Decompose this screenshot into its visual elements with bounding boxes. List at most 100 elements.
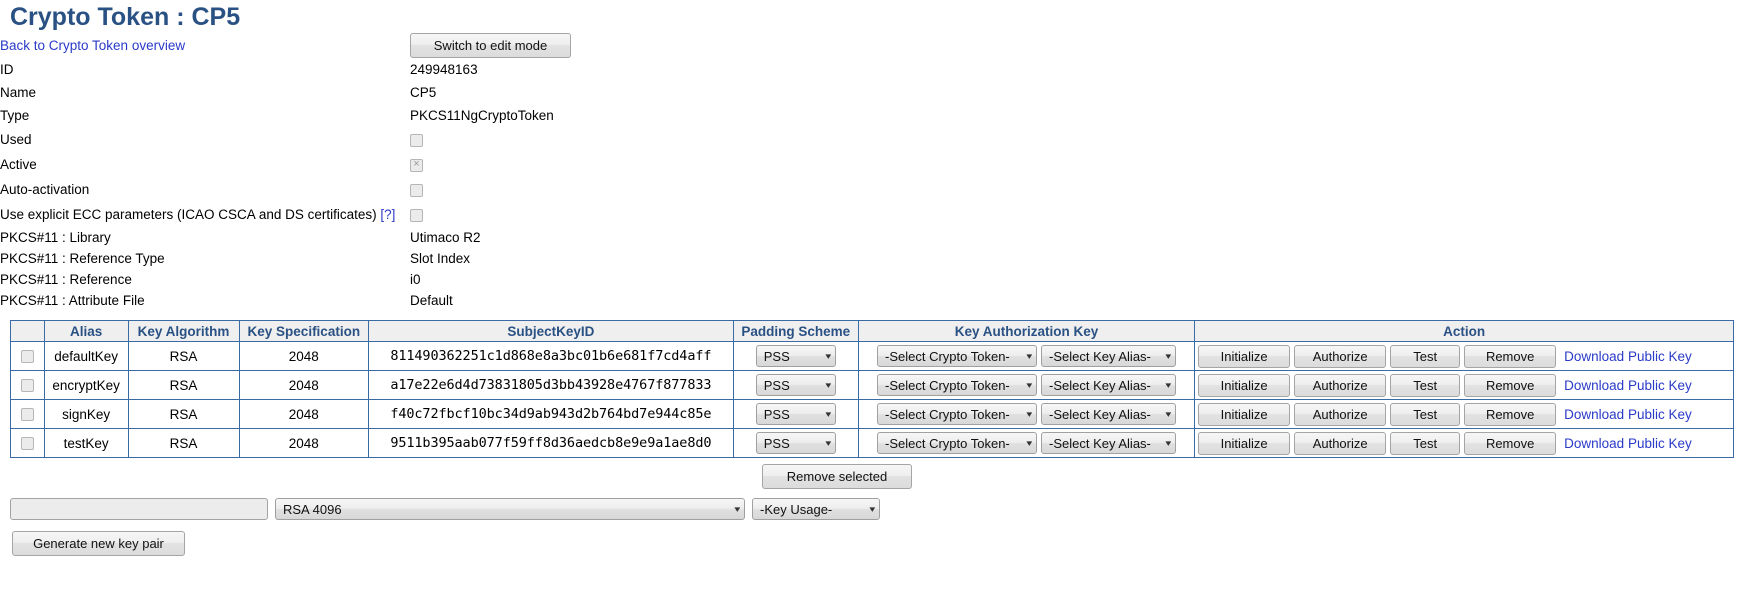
initialize-button[interactable]: Initialize bbox=[1198, 431, 1291, 455]
auto-activation-checkbox[interactable] bbox=[410, 183, 423, 197]
explicit-ecc-checkbox[interactable] bbox=[410, 208, 423, 222]
generate-new-key-pair-button[interactable]: Generate new key pair bbox=[12, 531, 185, 556]
crypto-token-select[interactable]: -Select Crypto Token- ▾ bbox=[877, 432, 1037, 454]
row-select-checkbox[interactable] bbox=[20, 350, 34, 364]
key-authorization-group: -Select Crypto Token- ▾ -Select Key Alia… bbox=[861, 403, 1192, 425]
column-header-key-authorization-key: Key Authorization Key bbox=[857, 320, 1196, 342]
key-algorithm-select[interactable]: RSA 4096 ▾ bbox=[275, 498, 745, 520]
detail-row-reference-type: PKCS#11 : Reference Type Slot Index bbox=[0, 248, 1744, 269]
detail-label-id: ID bbox=[0, 62, 14, 77]
generate-key-pair-row: RSA 4096 ▾ -Key Usage- ▾ bbox=[10, 498, 1744, 520]
key-pairs-header-row: Alias Key Algorithm Key Specification Su… bbox=[10, 320, 1734, 342]
chevron-down-icon: ▾ bbox=[825, 437, 832, 448]
page-title: Crypto Token : CP5 bbox=[10, 3, 241, 31]
authorize-button[interactable]: Authorize bbox=[1294, 431, 1387, 455]
detail-value-library: Utimaco R2 bbox=[410, 230, 481, 245]
remove-button[interactable]: Remove bbox=[1464, 344, 1557, 368]
column-header-padding-scheme: Padding Scheme bbox=[732, 320, 859, 342]
chevron-down-icon: ▾ bbox=[734, 503, 741, 514]
remove-selected-button[interactable]: Remove selected bbox=[762, 464, 912, 489]
padding-scheme-select[interactable]: PSS ▾ bbox=[755, 432, 836, 454]
download-public-key-link[interactable]: Download Public Key bbox=[1560, 349, 1692, 364]
download-public-key-link[interactable]: Download Public Key bbox=[1560, 436, 1692, 451]
row-subject-key-id: f40c72fbcf10bc34d9ab943d2b764bd7e944c85e bbox=[368, 399, 734, 429]
key-alias-select[interactable]: -Select Key Alias- ▾ bbox=[1041, 374, 1176, 396]
table-row: encryptKey RSA 2048 a17e22e6d4d73831805d… bbox=[10, 370, 1734, 400]
initialize-button[interactable]: Initialize bbox=[1198, 373, 1291, 397]
detail-row-id: ID 249948163 bbox=[0, 58, 1744, 81]
crypto-token-page: Crypto Token : CP5 Back to Crypto Token … bbox=[0, 0, 1744, 556]
back-to-overview-link[interactable]: Back to Crypto Token overview bbox=[0, 38, 185, 53]
detail-value-attribute-file: Default bbox=[410, 293, 453, 308]
row-select-checkbox[interactable] bbox=[20, 437, 34, 451]
row-key-algorithm: RSA bbox=[127, 428, 240, 458]
row-key-algorithm: RSA bbox=[127, 399, 240, 429]
crypto-token-select[interactable]: -Select Crypto Token- ▾ bbox=[877, 374, 1037, 396]
detail-value-type: PKCS11NgCryptoToken bbox=[410, 108, 554, 123]
used-checkbox[interactable] bbox=[410, 133, 423, 147]
key-authorization-group: -Select Crypto Token- ▾ -Select Key Alia… bbox=[861, 374, 1192, 396]
key-alias-select[interactable]: -Select Key Alias- ▾ bbox=[1041, 403, 1176, 425]
row-key-algorithm: RSA bbox=[127, 341, 240, 371]
authorize-button[interactable]: Authorize bbox=[1294, 373, 1387, 397]
row-select-cell bbox=[10, 370, 45, 400]
detail-row-reference: PKCS#11 : Reference i0 bbox=[0, 269, 1744, 290]
crypto-token-detail-table: Back to Crypto Token overview Switch to … bbox=[0, 32, 1744, 311]
crypto-token-select[interactable]: -Select Crypto Token- ▾ bbox=[877, 345, 1037, 367]
detail-label-auto-activation: Auto-activation bbox=[0, 182, 90, 197]
chevron-down-icon: ▾ bbox=[869, 503, 876, 514]
column-header-alias: Alias bbox=[43, 320, 129, 342]
test-button[interactable]: Test bbox=[1390, 344, 1461, 368]
crypto-token-select[interactable]: -Select Crypto Token- ▾ bbox=[877, 403, 1037, 425]
explicit-ecc-label-text: Use explicit ECC parameters (ICAO CSCA a… bbox=[0, 207, 377, 222]
padding-scheme-select[interactable]: PSS ▾ bbox=[755, 374, 836, 396]
row-select-checkbox[interactable] bbox=[20, 379, 34, 393]
download-public-key-link[interactable]: Download Public Key bbox=[1560, 378, 1692, 393]
chevron-down-icon: ▾ bbox=[825, 350, 832, 361]
key-alias-select[interactable]: -Select Key Alias- ▾ bbox=[1041, 345, 1176, 367]
generate-button-row: Generate new key pair bbox=[12, 531, 1744, 556]
chevron-down-icon: ▾ bbox=[1165, 350, 1172, 361]
row-select-checkbox[interactable] bbox=[20, 408, 34, 422]
remove-button[interactable]: Remove bbox=[1464, 431, 1557, 455]
table-row: testKey RSA 2048 9511b395aab077f59ff8d36… bbox=[10, 428, 1734, 458]
new-key-alias-input[interactable] bbox=[10, 498, 268, 520]
remove-button[interactable]: Remove bbox=[1464, 402, 1557, 426]
test-button[interactable]: Test bbox=[1390, 431, 1461, 455]
crypto-token-value: -Select Crypto Token- bbox=[885, 406, 1010, 422]
initialize-button[interactable]: Initialize bbox=[1198, 402, 1291, 426]
key-authorization-group: -Select Crypto Token- ▾ -Select Key Alia… bbox=[861, 345, 1192, 367]
key-alias-select[interactable]: -Select Key Alias- ▾ bbox=[1041, 432, 1176, 454]
row-action-cell: Initialize Authorize Test Remove Downloa… bbox=[1194, 428, 1734, 458]
key-usage-select[interactable]: -Key Usage- ▾ bbox=[752, 498, 880, 520]
row-select-cell bbox=[10, 428, 45, 458]
padding-scheme-value: PSS bbox=[763, 435, 790, 451]
authorize-button[interactable]: Authorize bbox=[1294, 344, 1387, 368]
explicit-ecc-help-icon[interactable]: [?] bbox=[380, 207, 395, 222]
row-key-specification: 2048 bbox=[238, 428, 370, 458]
crypto-token-detail-body: Back to Crypto Token overview Switch to … bbox=[0, 32, 1744, 311]
row-padding-scheme-cell: PSS ▾ bbox=[732, 370, 859, 400]
key-alias-value: -Select Key Alias- bbox=[1049, 406, 1151, 422]
initialize-button[interactable]: Initialize bbox=[1198, 344, 1291, 368]
download-public-key-link[interactable]: Download Public Key bbox=[1560, 407, 1692, 422]
detail-row-auto-activation: Auto-activation bbox=[0, 177, 1744, 202]
detail-label-library: PKCS#11 : Library bbox=[0, 230, 111, 245]
padding-scheme-select[interactable]: PSS ▾ bbox=[755, 403, 836, 425]
padding-scheme-select[interactable]: PSS ▾ bbox=[755, 345, 836, 367]
switch-to-edit-mode-button[interactable]: Switch to edit mode bbox=[410, 32, 571, 58]
active-checkbox[interactable] bbox=[410, 157, 423, 172]
test-button[interactable]: Test bbox=[1390, 373, 1461, 397]
remove-button[interactable]: Remove bbox=[1464, 373, 1557, 397]
chevron-down-icon: ▾ bbox=[1165, 437, 1172, 448]
row-key-specification: 2048 bbox=[238, 370, 370, 400]
test-button[interactable]: Test bbox=[1390, 402, 1461, 426]
chevron-down-icon: ▾ bbox=[1026, 350, 1033, 361]
remove-selected-row: Remove selected bbox=[0, 464, 1744, 489]
key-pairs-table-head: Alias Key Algorithm Key Specification Su… bbox=[10, 320, 1734, 342]
column-header-key-algorithm: Key Algorithm bbox=[127, 320, 240, 342]
detail-label-used: Used bbox=[0, 132, 32, 147]
key-usage-value: -Key Usage- bbox=[760, 501, 833, 517]
authorize-button[interactable]: Authorize bbox=[1294, 402, 1387, 426]
row-subject-key-id: 811490362251c1d868e8a3bc01b6e681f7cd4aff bbox=[368, 341, 734, 371]
